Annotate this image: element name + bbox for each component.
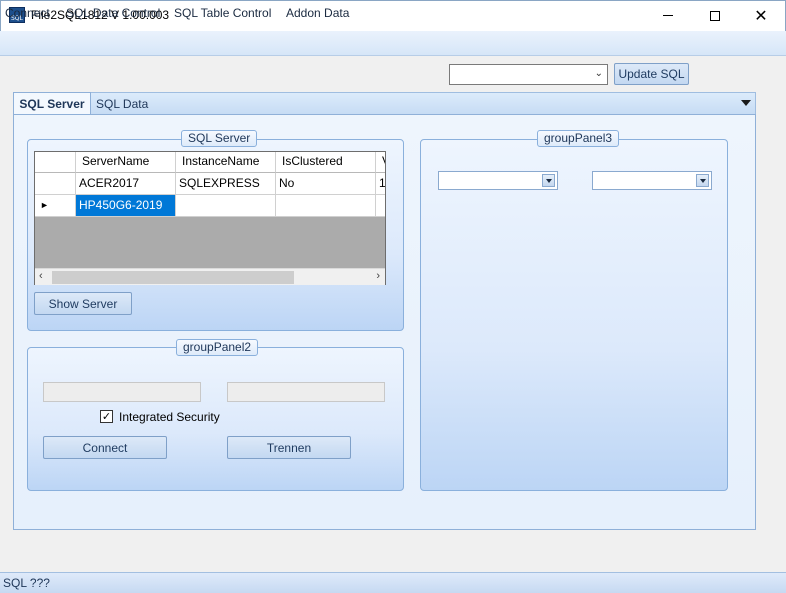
menu-sql-table-control[interactable]: SQL Table Control — [174, 6, 271, 20]
close-icon: ✕ — [754, 6, 768, 25]
table-cell-selected[interactable]: HP450G6-2019 — [76, 195, 176, 217]
table-cell[interactable] — [376, 195, 385, 217]
menu-sql-data-control[interactable]: SQL Data Control — [66, 6, 160, 20]
scroll-right-icon[interactable]: › — [376, 270, 380, 282]
grid-horizontal-scrollbar[interactable]: ‹ › — [35, 268, 385, 285]
dropdown-arrow-icon[interactable] — [696, 174, 709, 187]
menu-addon-data[interactable]: Addon Data — [286, 6, 349, 20]
chevron-down-icon: ⌄ — [594, 68, 603, 79]
column-header-version[interactable]: V — [376, 152, 385, 173]
table-cell[interactable]: ACER2017 — [76, 173, 176, 195]
panel3-combo-1[interactable] — [438, 171, 558, 190]
current-row-indicator-icon[interactable]: ► — [35, 195, 76, 217]
password-field[interactable] — [227, 382, 385, 402]
group-panel-2-caption: groupPanel2 — [176, 339, 259, 356]
scrollbar-thumb[interactable] — [52, 271, 294, 284]
integrated-security-checkbox[interactable]: ✓ — [100, 410, 113, 423]
dropdown-arrow-icon[interactable] — [542, 174, 555, 187]
table-cell[interactable] — [176, 195, 276, 217]
update-sql-button[interactable]: Update SQL — [614, 63, 689, 85]
table-cell[interactable]: 1 — [376, 173, 385, 195]
menu-bar — [0, 31, 786, 56]
disconnect-button[interactable]: Trennen — [227, 436, 351, 459]
username-field[interactable] — [43, 382, 201, 402]
table-cell[interactable] — [276, 195, 376, 217]
column-header-instancename[interactable]: InstanceName — [176, 152, 276, 173]
minimize-icon — [663, 15, 673, 16]
column-header-isclustered[interactable]: IsClustered — [276, 152, 376, 173]
tab-dropdown-icon[interactable] — [741, 100, 751, 106]
show-server-button[interactable]: Show Server — [34, 292, 132, 315]
table-cell[interactable]: No — [276, 173, 376, 195]
grid-corner-header — [35, 152, 76, 173]
integrated-security-label: Integrated Security — [119, 410, 220, 424]
server-grid[interactable]: ServerName InstanceName IsClustered V AC… — [34, 151, 386, 285]
group-panel-3 — [420, 139, 728, 491]
status-text: SQL ??? — [3, 576, 50, 590]
menu-connect[interactable]: Connect — [5, 6, 50, 20]
panel3-combo-2[interactable] — [592, 171, 712, 190]
group-panel-3-caption: groupPanel3 — [537, 130, 620, 147]
close-button[interactable]: ✕ — [738, 0, 784, 31]
status-bar — [0, 572, 786, 593]
table-cell[interactable]: SQLEXPRESS — [176, 173, 276, 195]
column-header-servername[interactable]: ServerName — [76, 152, 176, 173]
connect-button[interactable]: Connect — [43, 436, 167, 459]
minimize-button[interactable] — [645, 0, 691, 31]
scroll-left-icon[interactable]: ‹ — [39, 270, 43, 282]
tab-sql-server[interactable]: SQL Server — [13, 92, 91, 115]
row-header[interactable] — [35, 173, 76, 195]
maximize-button[interactable] — [692, 0, 738, 31]
sql-server-panel-caption: SQL Server — [181, 130, 258, 147]
database-combo[interactable]: ⌄ — [449, 64, 608, 85]
maximize-icon — [710, 10, 720, 21]
tab-sql-data[interactable]: SQL Data — [96, 97, 148, 111]
